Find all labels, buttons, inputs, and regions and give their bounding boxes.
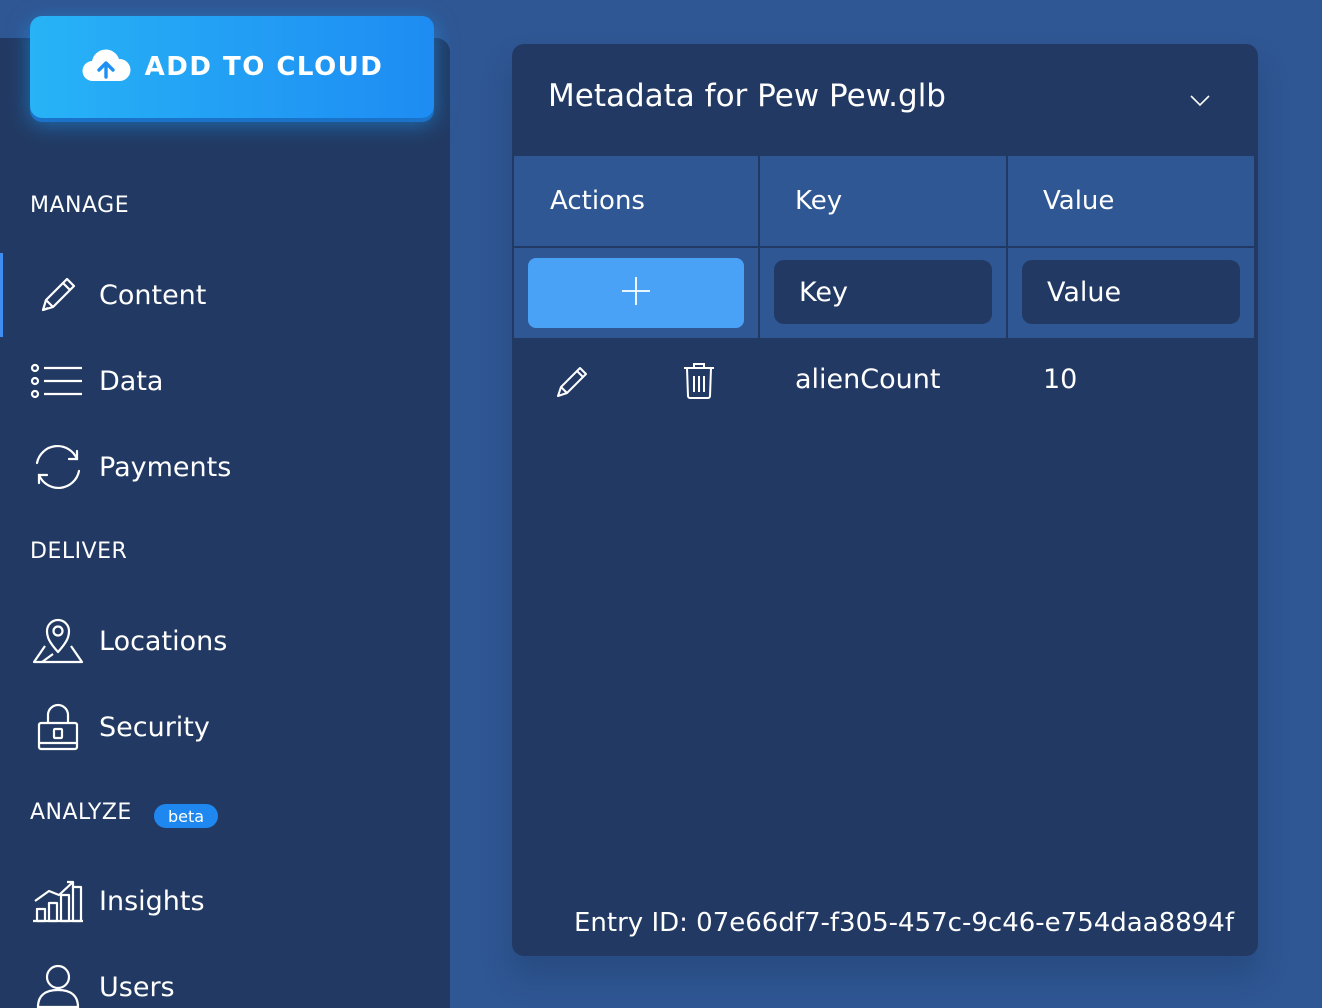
section-deliver: DELIVER (30, 539, 128, 564)
column-header-label: Value (1043, 186, 1115, 216)
panel-title: Metadata for Pew Pew.glb (548, 78, 946, 114)
add-row-button[interactable] (528, 258, 744, 328)
column-header-value: Value (1008, 156, 1254, 246)
sidebar-item-label: Locations (99, 625, 228, 657)
sidebar-item-locations[interactable]: Locations (0, 599, 450, 683)
column-header-key: Key (760, 156, 1006, 246)
sidebar: MANAGE Content Data Payments DELIVER Loc… (0, 38, 450, 1008)
table-cell-value: 10 (1043, 364, 1078, 395)
trash-icon (682, 363, 716, 404)
sidebar-item-security[interactable]: Security (0, 685, 450, 769)
plus-icon (620, 275, 652, 311)
lock-icon (30, 699, 86, 755)
sidebar-item-label: Payments (99, 451, 232, 483)
sidebar-item-data[interactable]: Data (0, 339, 450, 423)
column-header-label: Actions (550, 186, 645, 216)
delete-row-button[interactable] (682, 362, 716, 404)
pencil-icon (554, 367, 592, 404)
map-pin-icon (30, 613, 86, 669)
sidebar-item-label: Security (99, 711, 210, 743)
pencil-icon (30, 267, 86, 323)
sidebar-item-content[interactable]: Content (0, 253, 450, 337)
sidebar-item-payments[interactable]: Payments (0, 425, 450, 509)
sidebar-item-users[interactable]: Users (0, 945, 450, 1008)
edit-row-button[interactable] (554, 362, 592, 404)
cloud-upload-icon (81, 47, 131, 87)
section-manage: MANAGE (30, 193, 130, 218)
table-cell-key: alienCount (795, 364, 941, 395)
add-to-cloud-label: ADD TO CLOUD (144, 52, 384, 82)
list-icon (30, 353, 86, 409)
sidebar-item-label: Users (99, 971, 175, 1003)
user-icon (30, 959, 86, 1008)
entry-id: Entry ID: 07e66df7-f305-457c-9c46-e754da… (574, 908, 1234, 938)
column-header-label: Key (795, 186, 843, 216)
bar-chart-icon (30, 873, 86, 929)
sidebar-item-insights[interactable]: Insights (0, 859, 450, 943)
chevron-down-icon[interactable] (1188, 88, 1212, 112)
section-analyze: ANALYZE (30, 800, 132, 825)
sidebar-item-label: Data (99, 365, 164, 397)
metadata-panel: Metadata for Pew Pew.glb Actions Key Val… (512, 44, 1258, 956)
sync-icon (30, 439, 86, 495)
column-header-actions: Actions (514, 156, 758, 246)
add-to-cloud-button[interactable]: ADD TO CLOUD (30, 16, 434, 118)
beta-badge: beta (154, 804, 218, 828)
key-input[interactable]: Key (774, 260, 992, 324)
sidebar-item-label: Content (99, 279, 207, 311)
value-input[interactable]: Value (1022, 260, 1240, 324)
sidebar-item-label: Insights (99, 885, 205, 917)
